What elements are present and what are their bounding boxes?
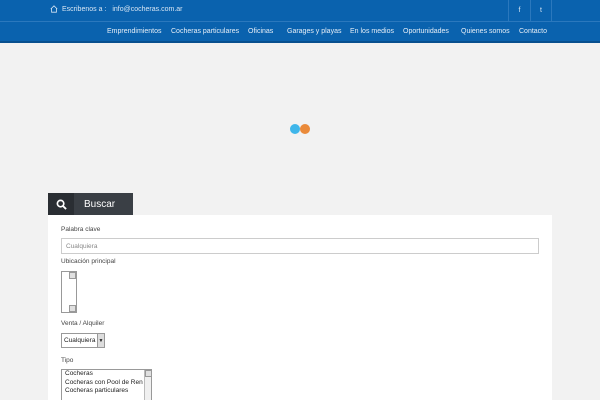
location-label: Ubicación principal xyxy=(61,258,116,265)
keyword-input[interactable]: Cualquiera xyxy=(61,238,539,254)
nav-item-garages-y-playas[interactable]: Garages y playas xyxy=(287,28,341,35)
contact-info: Escribenos a : info@cocheras.com.ar xyxy=(50,5,183,13)
nav-item-oficinas[interactable]: Oficinas xyxy=(248,28,273,35)
search-panel: Palabra clave Cualquiera Ubicación princ… xyxy=(48,215,552,400)
contact-email-link[interactable]: info@cocheras.com.ar xyxy=(112,6,182,13)
search-tab[interactable]: Buscar xyxy=(48,193,133,215)
contact-prefix: Escribenos a : xyxy=(62,5,107,13)
nav-item-contacto[interactable]: Contacto xyxy=(519,28,547,35)
nav-item-quienes-somos[interactable]: Quienes somos xyxy=(461,28,510,35)
scroll-up-button[interactable] xyxy=(69,272,76,279)
twitter-icon[interactable]: t xyxy=(530,0,552,21)
nav-item-cocheras-particulares[interactable]: Cocheras particulares xyxy=(171,28,239,35)
tipo-option[interactable]: Cocheras xyxy=(62,370,151,379)
main-navigation: Emprendimientos Cocheras particulares Of… xyxy=(0,21,600,43)
tipo-listbox[interactable]: Cocheras Cocheras con Pool de Ren Cocher… xyxy=(61,369,152,400)
tipo-option[interactable]: Cocheras con Pool de Ren xyxy=(62,379,151,388)
nav-item-oportunidades[interactable]: Oportunidades xyxy=(403,28,449,35)
tipo-option[interactable]: Cocheras particulares xyxy=(62,387,151,396)
scroll-up-button[interactable] xyxy=(145,370,151,377)
loader-dot-blue xyxy=(290,124,300,134)
venta-alquiler-label: Venta / Alquiler xyxy=(61,320,105,327)
loader-dot-orange xyxy=(300,124,310,134)
search-tab-label: Buscar xyxy=(84,198,116,210)
search-icon xyxy=(48,193,74,215)
scroll-down-button[interactable] xyxy=(69,305,76,312)
top-contact-bar: Escribenos a : info@cocheras.com.ar f t xyxy=(0,0,600,21)
house-icon xyxy=(50,5,58,13)
location-listbox[interactable] xyxy=(61,271,77,313)
tipo-label: Tipo xyxy=(61,357,74,364)
keyword-label: Palabra clave xyxy=(61,226,101,233)
venta-alquiler-select[interactable]: Cualquiera ▼ xyxy=(61,333,105,348)
nav-item-emprendimientos[interactable]: Emprendimientos xyxy=(107,28,161,35)
nav-item-en-los-medios[interactable]: En los medios xyxy=(350,28,394,35)
facebook-icon[interactable]: f xyxy=(508,0,530,21)
venta-selected-value: Cualquiera xyxy=(64,337,96,344)
chevron-down-icon: ▼ xyxy=(97,334,104,347)
tipo-scrollbar[interactable] xyxy=(144,370,151,400)
